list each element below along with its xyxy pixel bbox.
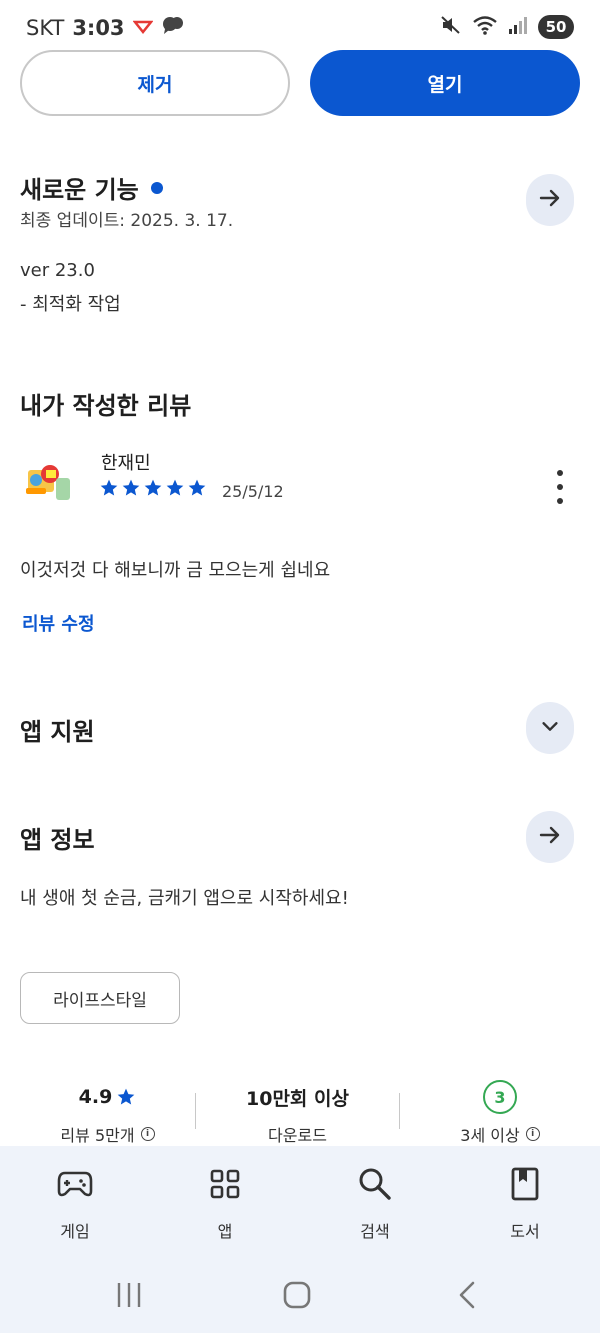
status-time: 3:03	[72, 15, 125, 40]
battery-indicator: 50	[538, 15, 574, 39]
more-options-icon[interactable]	[548, 470, 572, 504]
whats-new-title[interactable]: 새로운 기능	[20, 170, 163, 205]
app-info-arrow-button[interactable]	[526, 811, 574, 863]
downloads-label: 다운로드	[268, 1126, 327, 1145]
remove-button[interactable]: 제거	[20, 50, 290, 116]
mute-icon	[440, 14, 462, 40]
nav-label-apps: 앱	[217, 1222, 233, 1241]
downloads-stat: 10만회 이상 다운로드	[196, 1082, 399, 1146]
category-chip[interactable]: 라이프스타일	[20, 972, 180, 1024]
gamepad-icon	[25, 1164, 125, 1204]
recent-apps-icon[interactable]	[112, 1278, 146, 1312]
app-info-title[interactable]: 앱 정보	[20, 820, 95, 855]
whats-new-arrow-button[interactable]	[526, 174, 574, 226]
age-badge-row: 3	[400, 1080, 600, 1114]
open-button[interactable]: 열기	[310, 50, 580, 116]
last-updated: 최종 업데이트: 2025. 3. 17.	[20, 211, 234, 231]
reviews-count-row: 리뷰 5만개 i	[20, 1122, 195, 1146]
star-icon	[188, 479, 206, 496]
nav-item-games[interactable]: 게임	[25, 1164, 125, 1242]
nav-item-search[interactable]: 검색	[325, 1164, 425, 1242]
star-icon	[100, 479, 118, 496]
star-icon	[144, 479, 162, 496]
age-rating-badge: 3	[483, 1080, 517, 1114]
whats-new-title-text: 새로운 기능	[20, 176, 139, 204]
star-icon	[166, 479, 184, 496]
edit-review-link[interactable]: 리뷰 수정	[22, 610, 95, 636]
chat-icon	[161, 14, 185, 41]
apps-grid-icon	[175, 1164, 275, 1204]
reviewer-name: 한재민	[101, 453, 151, 474]
review-date: 25/5/12	[222, 482, 284, 501]
my-review-title: 내가 작성한 리뷰	[20, 392, 192, 420]
app-support-expand-button[interactable]	[526, 702, 574, 754]
app-description: 내 생애 첫 순금, 금캐기 앱으로 시작하세요!	[20, 888, 349, 909]
version-text: ver 23.0	[20, 260, 95, 281]
nav-item-apps[interactable]: 앱	[175, 1164, 275, 1242]
wifi-icon	[472, 14, 498, 40]
back-icon[interactable]	[450, 1278, 484, 1312]
rating-value: 4.9	[78, 1086, 113, 1108]
nav-label-search: 검색	[360, 1222, 390, 1241]
review-text: 이것저것 다 해보니까 금 모으는게 쉽네요	[20, 560, 331, 581]
downloads-value: 10만회 이상	[246, 1087, 349, 1110]
star-icon	[117, 1088, 135, 1105]
home-icon[interactable]	[280, 1278, 314, 1312]
nav-label-games: 게임	[60, 1222, 90, 1241]
star-icon	[122, 479, 140, 496]
search-icon	[325, 1164, 425, 1204]
release-notes: - 최적화 작업	[20, 294, 121, 315]
app-support-title[interactable]: 앱 지원	[20, 712, 95, 747]
new-indicator-dot	[150, 182, 163, 194]
info-icon[interactable]: i	[525, 1127, 540, 1141]
age-rating-stat: 3 3세 이상 i	[400, 1080, 600, 1146]
age-rating-label: 3세 이상	[460, 1126, 520, 1145]
rating-stat: 4.9 리뷰 5만개 i	[20, 1082, 195, 1146]
app-icon	[22, 456, 76, 508]
status-right: 50	[440, 14, 574, 40]
nav-item-books[interactable]: 도서	[475, 1164, 575, 1242]
system-navigation	[0, 1260, 600, 1333]
arrow-right-icon	[538, 823, 562, 851]
arrow-right-icon	[538, 186, 562, 214]
notification-icon	[131, 16, 154, 40]
bottom-navigation: 게임 앱 검색 도서	[0, 1146, 600, 1260]
reviews-count: 리뷰 5만개	[60, 1126, 135, 1145]
age-label-row: 3세 이상 i	[400, 1122, 600, 1146]
book-icon	[475, 1164, 575, 1204]
star-rating	[99, 478, 207, 498]
rating-value-row: 4.9	[20, 1082, 195, 1112]
carrier-label: SKT	[26, 15, 65, 40]
status-left: SKT 3:03	[26, 14, 185, 41]
signal-icon	[508, 15, 528, 39]
nav-label-books: 도서	[510, 1222, 540, 1241]
info-icon[interactable]: i	[140, 1127, 155, 1141]
chevron-down-icon	[539, 715, 561, 741]
status-bar: SKT 3:03 50	[0, 0, 600, 56]
